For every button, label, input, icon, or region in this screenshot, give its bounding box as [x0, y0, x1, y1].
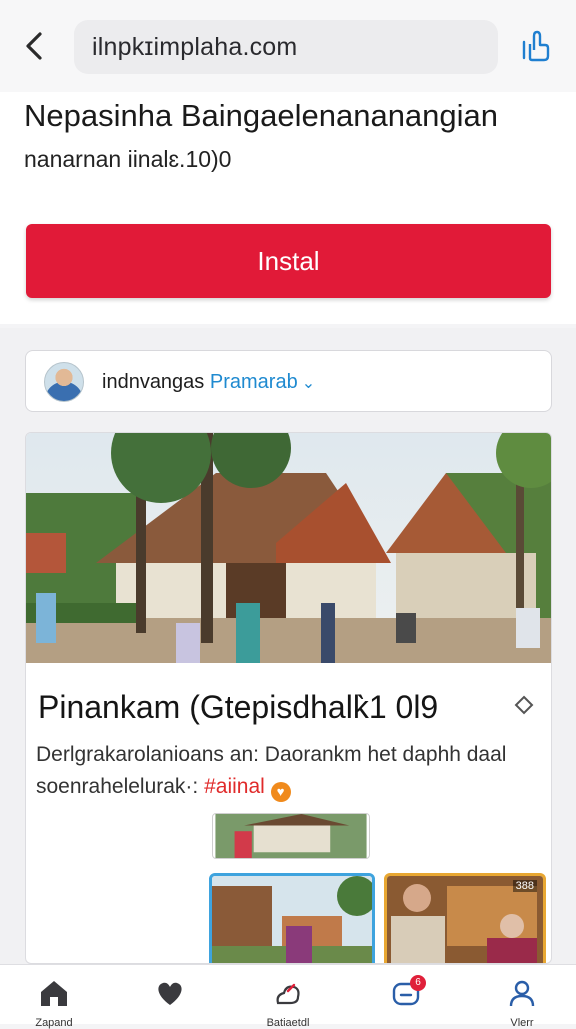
app-subtitle: nanarnan iinalɛ.10)0 — [24, 146, 232, 172]
heart-icon — [158, 982, 182, 1005]
tab-messages[interactable]: 6 — [366, 965, 446, 1025]
user-icon — [509, 980, 535, 1007]
tab-likes[interactable] — [130, 965, 210, 1025]
notification-badge: 6 — [410, 975, 426, 991]
tab-profile[interactable]: Vlerr — [482, 965, 562, 1029]
share-button[interactable] — [518, 28, 554, 64]
hashtag-link[interactable]: #aiinal — [204, 775, 265, 798]
home-icon — [41, 981, 67, 1006]
author-link[interactable]: Pramarab — [210, 371, 298, 393]
activity-icon — [276, 983, 300, 1005]
url-text: ilnpkɪimplaha.com — [92, 33, 298, 61]
author-card[interactable]: indnvangas Pramarab ⌄ — [25, 350, 552, 412]
install-button[interactable]: Instal — [26, 224, 551, 298]
avatar[interactable] — [44, 362, 84, 402]
post-thumbnail[interactable] — [209, 873, 375, 964]
video-count-badge: 388 — [512, 880, 537, 892]
chevron-left-icon — [26, 32, 42, 60]
post-title: Pinankam (Gtepisdhalk̀1 0l9 — [38, 689, 439, 725]
share-icon — [522, 30, 550, 62]
bookmark-diamond-icon[interactable] — [514, 695, 534, 715]
post-thumbnail[interactable] — [212, 813, 370, 859]
post-card: Pinankam (Gtepisdhalk̀1 0l9 Derlgrakarol… — [25, 432, 552, 964]
tab-activity[interactable]: Batiaetdl — [248, 965, 328, 1029]
back-button[interactable] — [20, 28, 50, 64]
heart-emoji-icon: ♥ — [270, 782, 291, 802]
author-line: indnvangas Pramarab ⌄ — [102, 371, 315, 394]
post-thumbnail-video[interactable]: 388 — [384, 873, 546, 963]
post-hero-image[interactable] — [26, 433, 552, 663]
author-name[interactable]: indnvangas — [102, 371, 204, 393]
address-bar[interactable]: ilnpkɪimplaha.com — [74, 20, 498, 74]
post-body: Derlgrakarolanioans an: Daorankm het dap… — [36, 739, 546, 803]
tab-home-label: Zapand — [35, 1017, 73, 1029]
tab-home[interactable]: Zapand — [14, 965, 94, 1029]
bottom-tab-bar: Zapand Batiaetdl 6 Vlerr — [0, 964, 576, 1029]
chevron-down-icon[interactable]: ⌄ — [302, 373, 315, 393]
app-title: Nepasinha Baingaelenananangian — [24, 98, 499, 133]
browser-toolbar: ilnpkɪimplaha.com — [0, 0, 576, 92]
tab-activity-label: Batiaetdl — [266, 1017, 310, 1029]
tab-profile-label: Vlerr — [510, 1017, 534, 1029]
